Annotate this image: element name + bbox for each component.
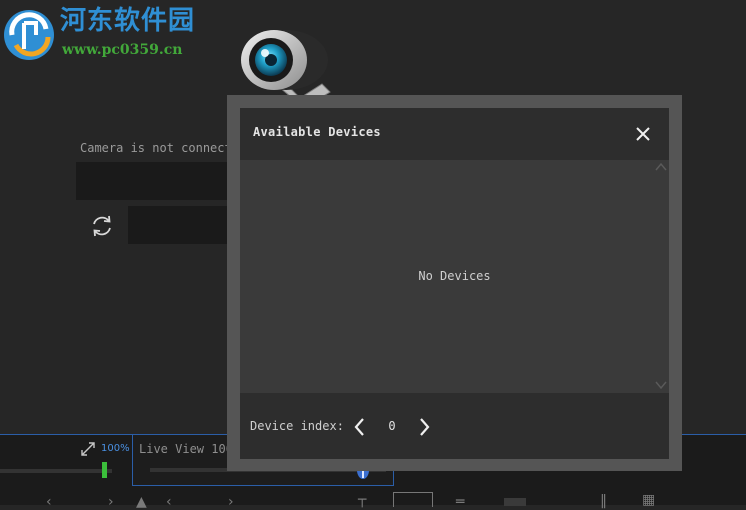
camera-status-text: Camera is not connected: [80, 141, 247, 155]
chevron-right-icon[interactable]: [416, 416, 432, 438]
scroll-up-icon[interactable]: [653, 160, 669, 174]
expand-icon[interactable]: [80, 441, 96, 457]
live-view-label: Live View 100: [139, 442, 233, 456]
watermark-logo-icon: [4, 10, 54, 60]
refresh-button[interactable]: [86, 210, 118, 242]
dialog-title: Available Devices: [253, 125, 381, 139]
zoom-percent: 100%: [101, 443, 130, 454]
watermark-site-name: 河东软件园: [60, 6, 196, 36]
toolbar-glyph-6[interactable]: ┬: [358, 492, 366, 508]
grid-icon[interactable]: ▦: [642, 492, 655, 508]
watermark-url: www.pc0359.cn: [62, 42, 183, 58]
refresh-icon: [93, 215, 111, 237]
zoom-slider-thumb[interactable]: [102, 462, 107, 478]
toolbar-box-button[interactable]: [393, 492, 433, 507]
close-icon: [636, 127, 650, 141]
toolbar-glyph-3[interactable]: ▲: [136, 494, 147, 510]
empty-list-message: No Devices: [418, 269, 491, 283]
zoom-slider-track[interactable]: [0, 469, 112, 473]
toolbar-glyph-2[interactable]: ›: [108, 494, 114, 510]
toolbar-glyph-8[interactable]: [504, 498, 526, 506]
toolbar-glyph-5[interactable]: ›: [228, 494, 234, 510]
scroll-down-icon[interactable]: [653, 378, 669, 392]
toolbar-glyph-9[interactable]: ‖: [600, 493, 607, 509]
chevron-left-icon[interactable]: [352, 416, 368, 438]
toolbar-glyph-4[interactable]: ‹: [166, 494, 172, 510]
close-button[interactable]: [632, 123, 654, 145]
device-index-label: Device index:: [250, 419, 344, 433]
camera-select-field[interactable]: [76, 162, 246, 200]
toolbar-glyph-1[interactable]: ‹: [46, 494, 52, 510]
toolbar-glyph-7[interactable]: ═: [456, 494, 464, 510]
device-index-value: 0: [388, 419, 396, 433]
